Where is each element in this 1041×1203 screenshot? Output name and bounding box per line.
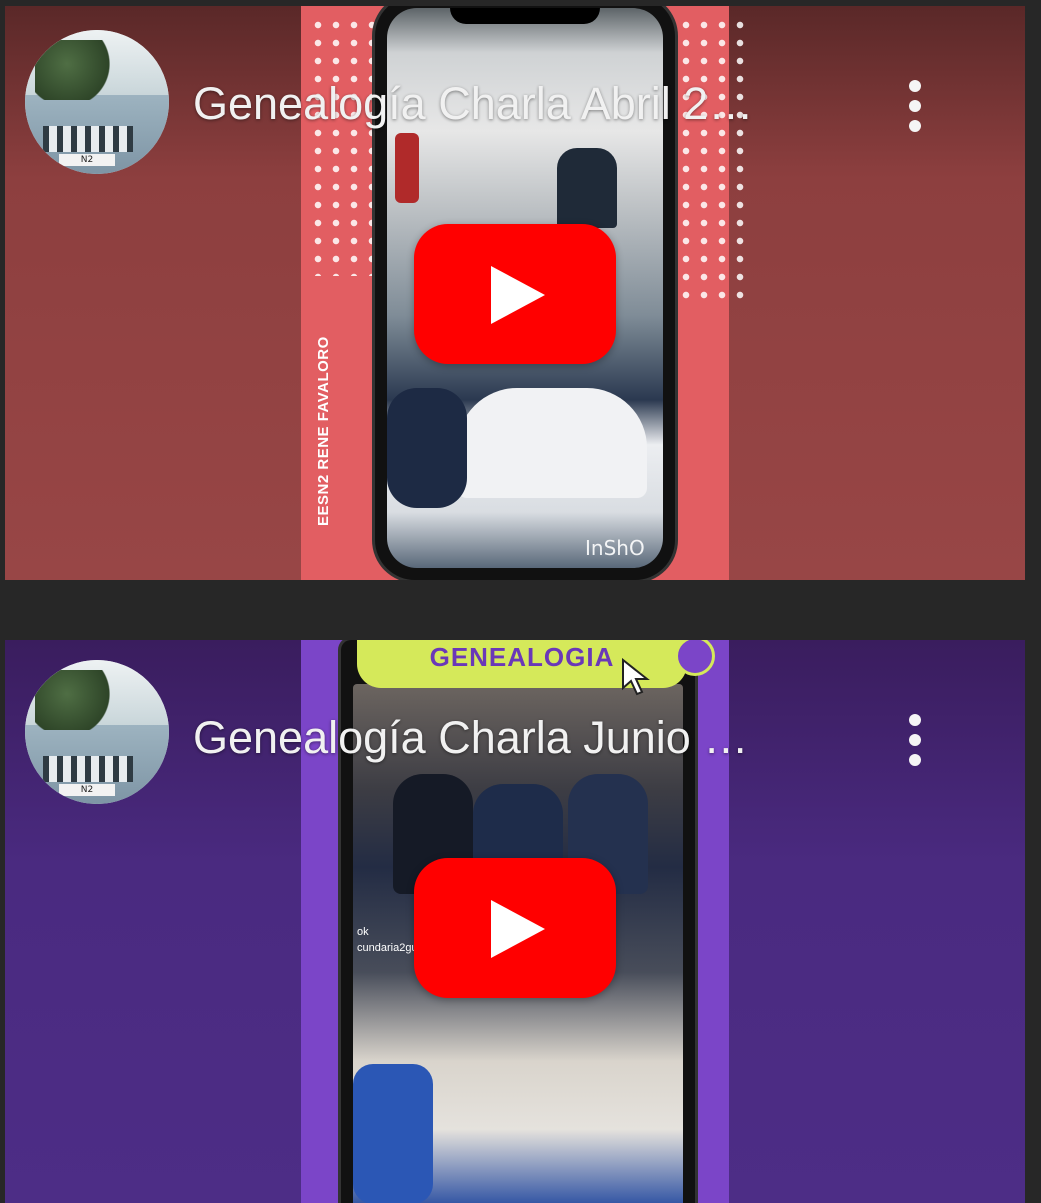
cursor-icon xyxy=(622,658,650,696)
avatar-tree xyxy=(35,40,115,100)
play-triangle xyxy=(491,900,545,958)
avatar-windows xyxy=(43,756,133,782)
video-title[interactable]: Genealogía Charla Junio … xyxy=(193,710,843,766)
play-triangle xyxy=(491,266,545,324)
speaker-person xyxy=(557,148,617,228)
handle-text: cundaria2gu xyxy=(357,942,418,954)
dot-pattern xyxy=(677,16,747,306)
avatar-tree xyxy=(35,670,115,730)
video-card[interactable]: EESN2 RENE FAVALORO InShO N2 Genealogía … xyxy=(5,6,1025,580)
youtube-play-icon[interactable] xyxy=(414,224,616,364)
student-foreground xyxy=(353,1064,433,1203)
channel-avatar[interactable]: N2 xyxy=(25,30,169,174)
channel-overlay-text: EESN2 RENE FAVALORO xyxy=(315,336,332,526)
phone-notch xyxy=(450,8,600,24)
avatar-sign: N2 xyxy=(59,154,115,166)
avatar-windows xyxy=(43,126,133,152)
fire-extinguisher xyxy=(395,133,419,203)
student xyxy=(387,388,467,508)
channel-avatar[interactable]: N2 xyxy=(25,660,169,804)
video-card[interactable]: ok cundaria2gu GENEALOGIA N2 Genealogía … xyxy=(5,640,1025,1203)
inshot-watermark: InShO xyxy=(585,536,645,560)
avatar-sign: N2 xyxy=(59,784,115,796)
more-vert-icon[interactable] xyxy=(895,78,935,134)
student-back xyxy=(457,388,647,498)
handle-text: ok xyxy=(357,926,369,938)
video-title[interactable]: Genealogía Charla Abril 2… xyxy=(193,76,843,132)
more-vert-icon[interactable] xyxy=(895,712,935,768)
youtube-play-icon[interactable] xyxy=(414,858,616,998)
dot-pattern xyxy=(309,16,379,276)
